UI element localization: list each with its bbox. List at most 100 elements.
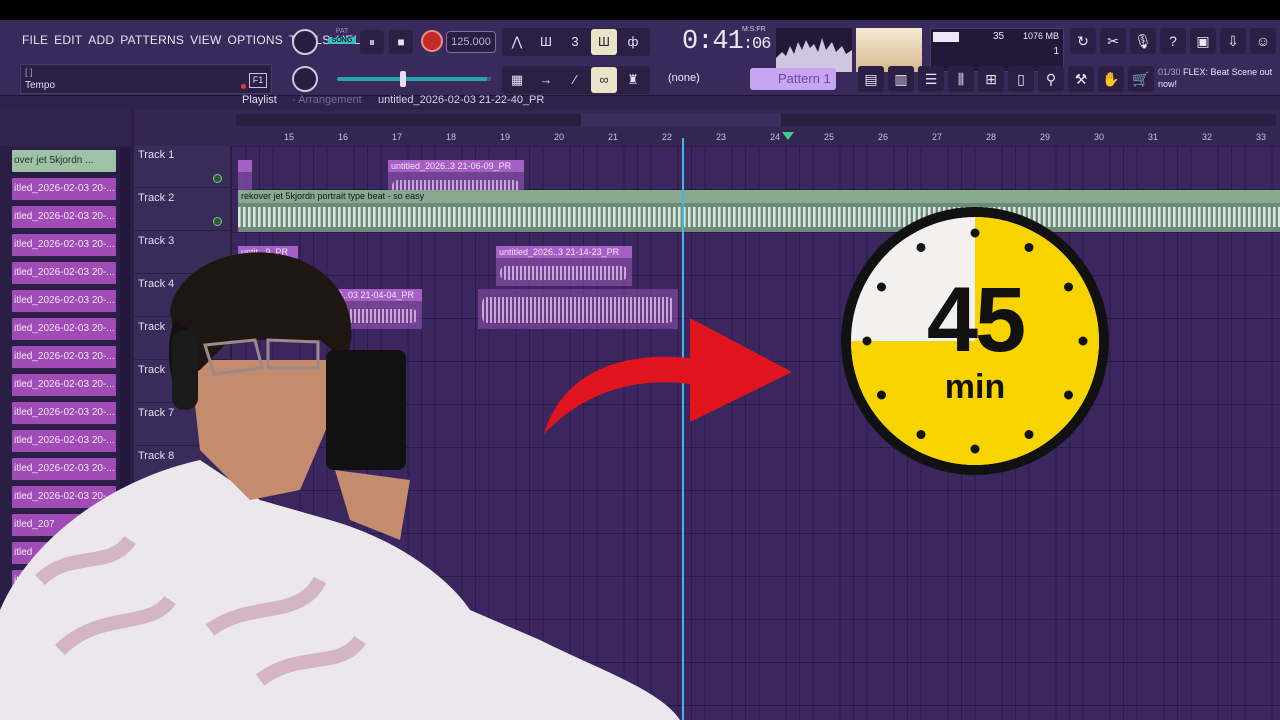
project-icon[interactable]: ▯ xyxy=(1008,66,1034,92)
slider-handle[interactable] xyxy=(400,71,406,87)
ruler-bar-number: 32 xyxy=(1202,132,1213,142)
track-header[interactable]: Track 1 xyxy=(134,146,230,188)
master-volume-knob[interactable] xyxy=(292,29,318,55)
render-icon[interactable]: ⇩ xyxy=(1220,28,1246,54)
playlist-header: Playlist - Arrangement untitled_2026-02-… xyxy=(0,94,1280,110)
song-label: SONG xyxy=(328,37,356,44)
metronome-icon[interactable]: ⋀ xyxy=(504,29,530,55)
ruler-bar-number: 20 xyxy=(554,132,565,142)
picker-item[interactable]: itled_2026-02-03 20-... xyxy=(12,206,116,228)
stop-button[interactable]: ■ xyxy=(389,30,413,54)
countdown-icon[interactable]: 3 xyxy=(562,29,588,55)
chat-icon[interactable]: ☺ xyxy=(1250,28,1276,54)
pat-song-toggle[interactable]: PAT SONG xyxy=(328,28,356,54)
cut-icon[interactable]: ✂ xyxy=(1100,28,1126,54)
timer-tick xyxy=(1024,430,1034,440)
ruler-bar-number: 33 xyxy=(1256,132,1267,142)
ruler-bar-number: 26 xyxy=(878,132,889,142)
microphone-icon xyxy=(326,350,406,470)
picker-item[interactable]: over jet 5kjordn ... xyxy=(12,150,116,172)
picker-item[interactable]: itled_2026-02-03 20-... xyxy=(12,178,116,200)
arrow-right-icon[interactable]: → xyxy=(533,67,559,93)
track-name: Track 3 xyxy=(138,235,175,247)
ruler-bar-number: 25 xyxy=(824,132,835,142)
save-icon[interactable]: ▣ xyxy=(1190,28,1216,54)
audio-clip[interactable]: rekover jet 5kjordn portrait type beat -… xyxy=(238,190,1280,232)
touch-icon[interactable]: ✋ xyxy=(1098,66,1124,92)
voices-value: 1 xyxy=(1053,46,1059,57)
ruler-bar-number: 23 xyxy=(716,132,727,142)
tools-icon[interactable]: ⚒ xyxy=(1068,66,1094,92)
record-dot-icon xyxy=(241,84,246,89)
playlist-mode-text: Arrangement xyxy=(298,94,362,106)
oscilloscope-wave xyxy=(776,38,852,72)
cpu-value: 35 xyxy=(993,31,1005,42)
timeline-ruler[interactable]: 15 16 17 18 19 20 21 22 23 24 25 26 27 28 29 30 31 32 33 xyxy=(134,110,1280,146)
record-button[interactable] xyxy=(421,30,443,52)
ruler-bar-number: 19 xyxy=(500,132,511,142)
snap-select[interactable]: (none) xyxy=(668,68,726,88)
cart-icon[interactable]: 🛒 xyxy=(1128,66,1154,92)
hint-small-text: [ ] xyxy=(25,67,33,77)
track-mute-led-icon[interactable] xyxy=(213,217,222,226)
piano-roll-icon[interactable]: ▥ xyxy=(888,66,914,92)
typing-keyboard-icon[interactable]: ▦ xyxy=(504,67,530,93)
hint-key-badge[interactable]: F1 xyxy=(249,73,267,88)
timer-unit: min xyxy=(944,368,1006,406)
link-icon[interactable]: ∞ xyxy=(591,67,617,93)
clock-sub: :06 xyxy=(742,35,772,54)
horizontal-scrollbar[interactable] xyxy=(236,114,1276,126)
menu-options[interactable]: OPTIONS xyxy=(228,33,283,47)
menu-patterns[interactable]: PATTERNS xyxy=(120,33,184,47)
memory-value: 1076 MB xyxy=(1022,31,1059,41)
track-header[interactable]: Track 2 xyxy=(134,189,230,231)
playlist-icon[interactable]: ▤ xyxy=(858,66,884,92)
tempo-display[interactable]: 125.000 xyxy=(446,31,496,53)
clock-main: 0:41 xyxy=(682,27,744,57)
microphone-icon[interactable]: 🎙 xyxy=(1130,28,1156,54)
headphones-icon xyxy=(172,330,198,410)
picker-toolbar xyxy=(0,110,132,146)
ruler-bar-number: 18 xyxy=(446,132,457,142)
ruler-bar-number: 28 xyxy=(986,132,997,142)
master-pitch-knob[interactable] xyxy=(292,66,318,92)
clip-label: untitled_2026..3 21-06-09_PR xyxy=(391,161,512,171)
timer-number: 45 xyxy=(926,269,1026,371)
loop-record-icon[interactable]: ф xyxy=(620,29,646,55)
ruler-bar-number: 17 xyxy=(392,132,403,142)
top-black-bar xyxy=(0,0,1280,20)
ruler-bar-number: 21 xyxy=(608,132,619,142)
ruler-bar-number: 30 xyxy=(1094,132,1105,142)
timer-tick xyxy=(916,430,926,440)
main-pitch-slider[interactable] xyxy=(337,77,491,81)
play-button[interactable]: ⏸ xyxy=(360,30,384,54)
undo-icon[interactable]: ↻ xyxy=(1070,28,1096,54)
song-position-clock[interactable]: 0:41:06 xyxy=(682,27,772,57)
hat-icon[interactable]: ♜ xyxy=(620,67,646,93)
scrollbar-thumb[interactable] xyxy=(581,114,781,126)
pattern-selector[interactable]: Pattern 1 xyxy=(750,68,836,90)
playlist-mode[interactable]: - Arrangement xyxy=(292,94,362,106)
news-ticker[interactable]: 01/30 FLEX: Beat Scene out now! xyxy=(1158,66,1276,94)
plugin-icon[interactable]: ⚲ xyxy=(1038,66,1064,92)
help-icon[interactable]: ? xyxy=(1160,28,1186,54)
timer-tick xyxy=(1024,242,1034,252)
browser-icon[interactable]: ☰ xyxy=(918,66,944,92)
song-position-marker[interactable] xyxy=(782,132,794,140)
menu-add[interactable]: ADD xyxy=(88,33,114,47)
track-name: Track 1 xyxy=(138,149,175,161)
snap-tools-group: ⋀ Ш 3 Ш ф xyxy=(502,28,650,56)
menu-view[interactable]: VIEW xyxy=(190,33,221,47)
playlist-title: Playlist xyxy=(242,94,277,106)
menu-file[interactable]: FILE xyxy=(22,33,48,47)
ruler-bar-number: 15 xyxy=(284,132,295,142)
mixer-icon[interactable]: ⫼ xyxy=(948,66,974,92)
wait-input-icon[interactable]: Ш xyxy=(533,29,559,55)
ruler-bar-number: 29 xyxy=(1040,132,1051,142)
track-mute-led-icon[interactable] xyxy=(213,174,222,183)
menu-edit[interactable]: EDIT xyxy=(54,33,82,47)
blend-notes-icon[interactable]: ⁄ xyxy=(562,67,588,93)
step-edit-icon[interactable]: Ш xyxy=(591,29,617,55)
channel-rack-icon[interactable]: ⊞ xyxy=(978,66,1004,92)
audio-waveform xyxy=(238,207,1280,227)
